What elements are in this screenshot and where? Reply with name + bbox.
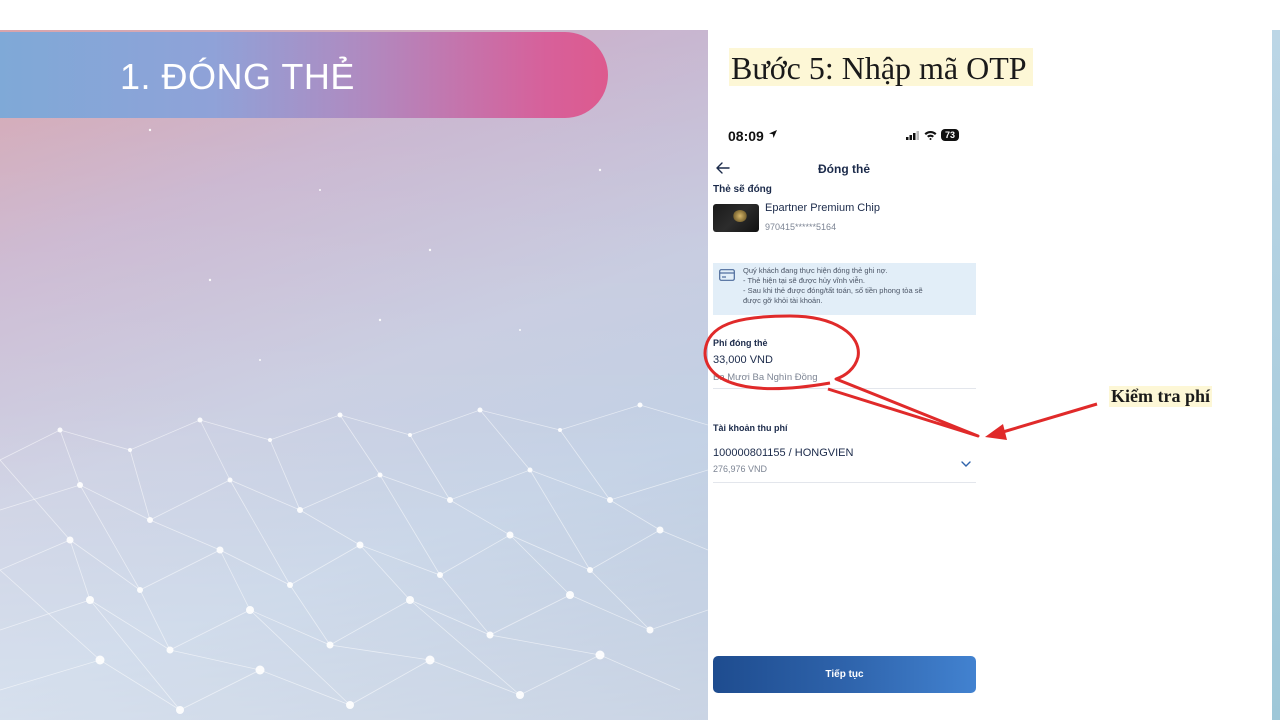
- divider: [713, 482, 976, 483]
- status-icons: 73: [906, 129, 960, 141]
- annotation-label: Kiểm tra phí: [1109, 386, 1212, 407]
- top-strip: [0, 0, 1280, 30]
- account-balance: 276,976 VND: [713, 464, 768, 474]
- signal-icon: [906, 130, 919, 140]
- card-thumbnail: [713, 204, 759, 232]
- annotation-arrow-head: [985, 424, 1007, 440]
- right-edge-decoration: [1272, 30, 1280, 720]
- notice-box: Quý khách đang thực hiện đóng thẻ ghi nợ…: [713, 263, 976, 315]
- annotation-arrow-line: [995, 402, 1098, 436]
- continue-button[interactable]: Tiếp tục: [713, 656, 976, 693]
- notice-line: Quý khách đang thực hiện đóng thẻ ghi nợ…: [743, 266, 888, 275]
- card-section-label: Thẻ sẽ đóng: [713, 184, 772, 195]
- battery-icon: 73: [941, 129, 960, 141]
- decorative-background: [0, 30, 708, 720]
- status-time: 08:09: [728, 128, 764, 144]
- fee-in-words: Ba Mươi Ba Nghìn Đồng: [713, 372, 818, 383]
- fee-label: Phí đóng thẻ: [713, 338, 768, 348]
- notice-line: - Sau khi thẻ được đóng/tất toán, số tiề…: [743, 286, 923, 295]
- slide-title: 1. ĐÓNG THẺ: [120, 56, 355, 97]
- card-name: Epartner Premium Chip: [765, 202, 880, 214]
- chevron-down-icon[interactable]: [960, 460, 972, 468]
- wifi-icon: [924, 131, 937, 140]
- divider: [713, 388, 976, 389]
- account-number[interactable]: 100000801155 / HONGVIEN: [713, 447, 853, 459]
- card-icon: [719, 269, 735, 281]
- step-title: Bước 5: Nhập mã OTP: [729, 48, 1033, 86]
- fee-amount: 33,000 VND: [713, 354, 773, 366]
- notice-line: - Thẻ hiện tại sẽ được hủy vĩnh viễn.: [743, 276, 865, 285]
- screen-title: Đóng thẻ: [818, 162, 870, 176]
- network-graphic: [0, 30, 708, 720]
- card-number: 970415******5164: [765, 222, 837, 232]
- location-arrow-icon: [769, 130, 777, 138]
- notice-line: được gỡ khỏi tài khoản.: [743, 296, 823, 305]
- account-label: Tài khoản thu phí: [713, 423, 788, 433]
- phone-screenshot: 08:09 73 Đóng thẻ Thẻ sẽ đóng Epartner P…: [708, 118, 980, 720]
